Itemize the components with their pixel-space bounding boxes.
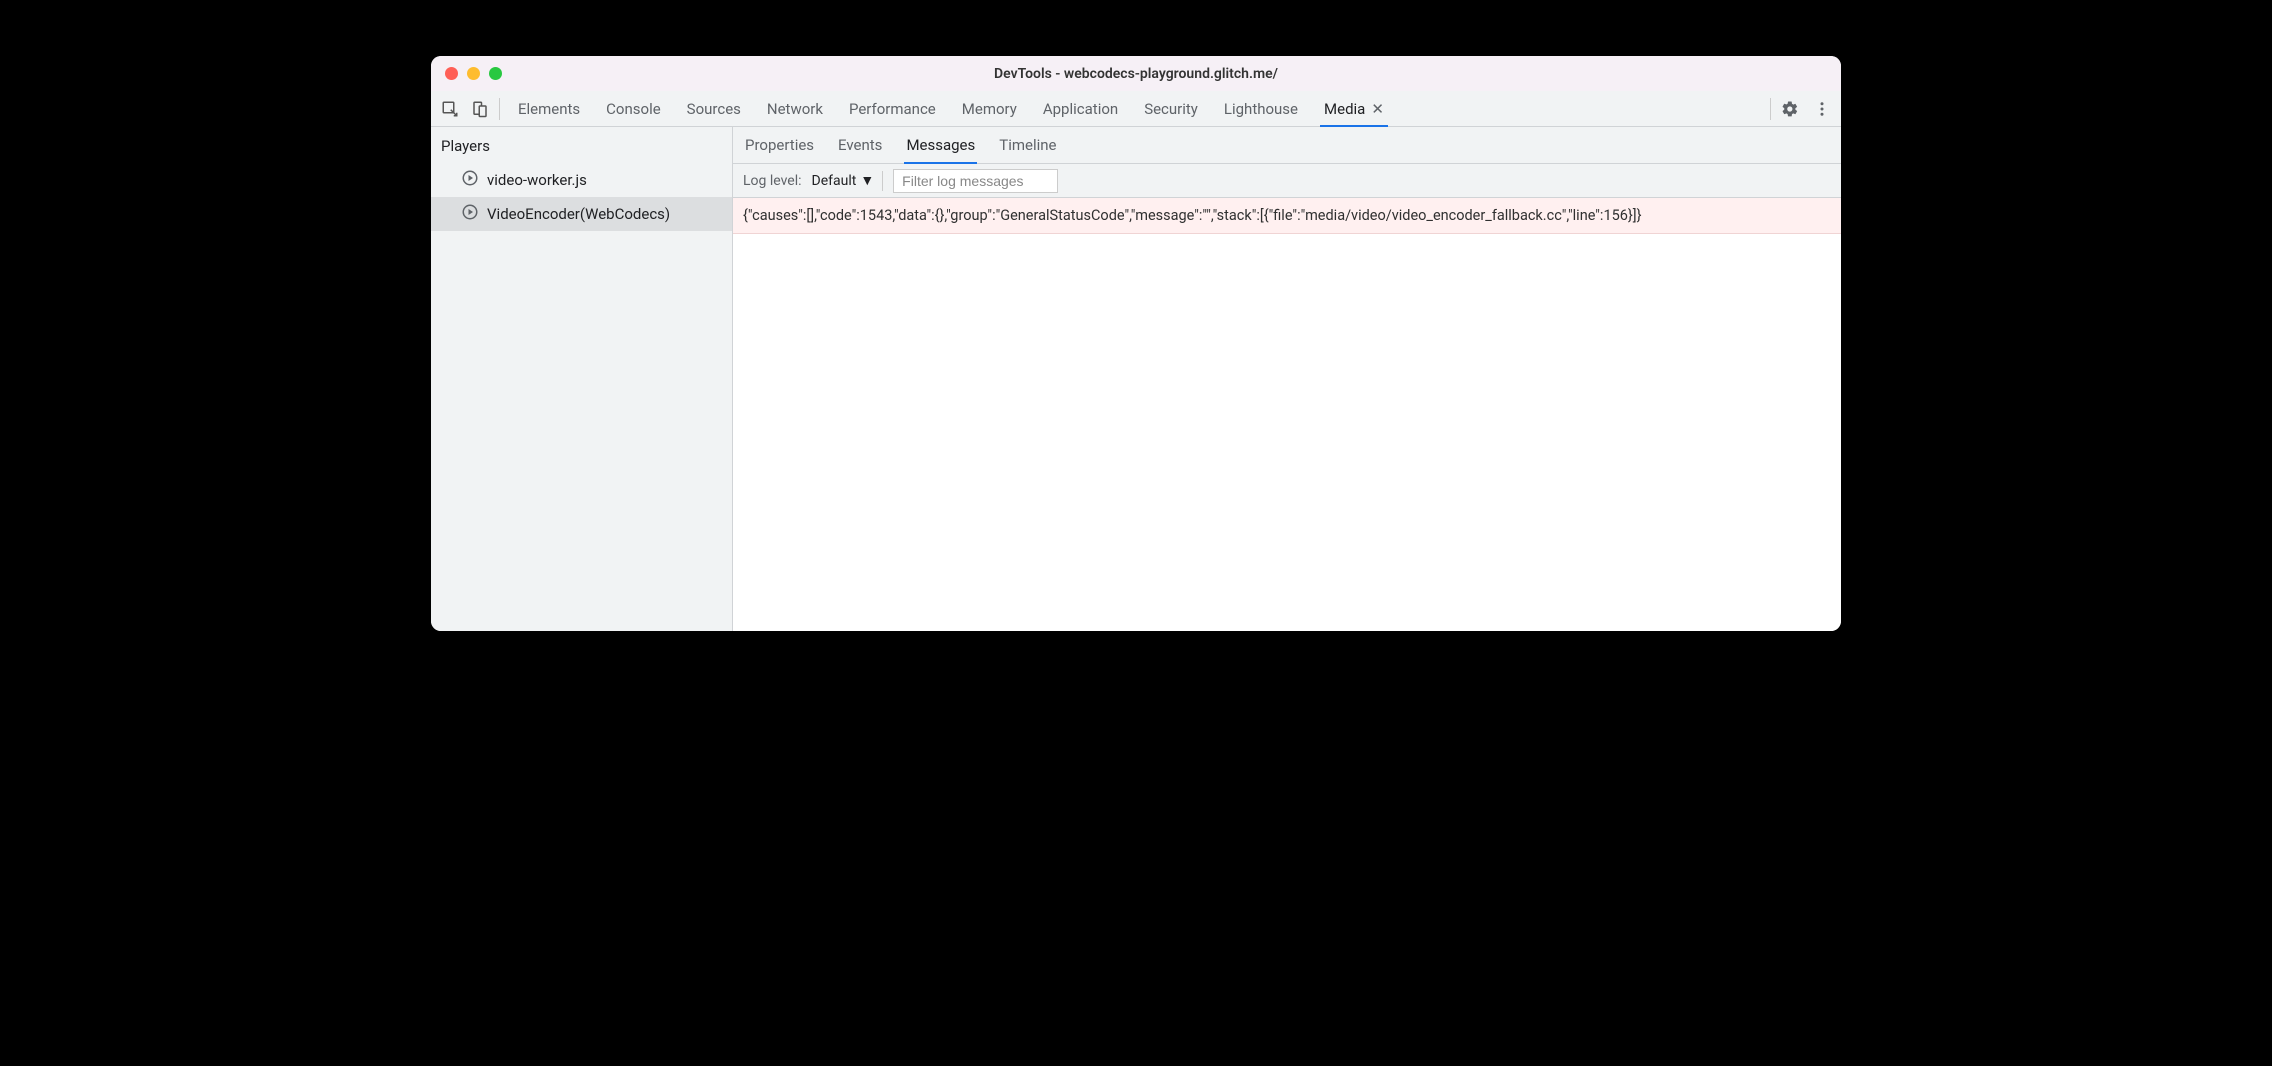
tab-label: Network xyxy=(767,100,823,118)
toolbar-right xyxy=(1770,98,1831,120)
inspect-icon[interactable] xyxy=(441,100,459,118)
tab-security[interactable]: Security xyxy=(1144,91,1198,126)
filter-input[interactable] xyxy=(893,169,1058,193)
players-sidebar: Players video-worker.js VideoEncoder(WebC… xyxy=(431,127,733,631)
subtab-properties[interactable]: Properties xyxy=(745,127,814,163)
subtab-timeline[interactable]: Timeline xyxy=(999,127,1056,163)
window-minimize-button[interactable] xyxy=(467,67,480,80)
toolbar-left xyxy=(441,98,500,120)
window-maximize-button[interactable] xyxy=(489,67,502,80)
media-content: Properties Events Messages Timeline Log lev… xyxy=(733,127,1841,631)
tab-application[interactable]: Application xyxy=(1043,91,1118,126)
log-level-select[interactable]: Default ▼ xyxy=(812,171,884,191)
players-title: Players xyxy=(431,133,732,163)
main-toolbar: Elements Console Sources Network Performance… xyxy=(431,91,1841,127)
device-toggle-icon[interactable] xyxy=(471,100,489,118)
tab-label: Console xyxy=(606,100,661,118)
tab-label: Memory xyxy=(962,100,1017,118)
player-label: VideoEncoder(WebCodecs) xyxy=(487,205,670,223)
subtab-messages[interactable]: Messages xyxy=(906,127,975,163)
window-title: DevTools - webcodecs-playground.glitch.m… xyxy=(994,66,1278,82)
window-close-button[interactable] xyxy=(445,67,458,80)
players-list: video-worker.js VideoEncoder(WebCodecs) xyxy=(431,163,732,231)
main-tabs: Elements Console Sources Network Performance… xyxy=(518,91,1770,126)
tab-label: Media xyxy=(1324,100,1365,118)
tab-lighthouse[interactable]: Lighthouse xyxy=(1224,91,1298,126)
play-icon xyxy=(461,169,479,191)
log-level-value: Default xyxy=(812,173,857,189)
player-label: video-worker.js xyxy=(487,171,587,189)
tab-label: Performance xyxy=(849,100,936,118)
main-area: Players video-worker.js VideoEncoder(WebC… xyxy=(431,127,1841,631)
devtools-window: DevTools - webcodecs-playground.glitch.m… xyxy=(431,56,1841,631)
tab-performance[interactable]: Performance xyxy=(849,91,936,126)
tab-label: Security xyxy=(1144,100,1198,118)
tab-console[interactable]: Console xyxy=(606,91,661,126)
tab-label: Application xyxy=(1043,100,1118,118)
tab-media[interactable]: Media ✕ xyxy=(1324,91,1384,126)
tab-network[interactable]: Network xyxy=(767,91,823,126)
tab-sources[interactable]: Sources xyxy=(687,91,741,126)
tab-label: Sources xyxy=(687,100,741,118)
log-level-label: Log level: xyxy=(743,173,802,189)
tab-elements[interactable]: Elements xyxy=(518,91,580,126)
tab-memory[interactable]: Memory xyxy=(962,91,1017,126)
media-subtabs: Properties Events Messages Timeline xyxy=(733,127,1841,164)
close-icon[interactable]: ✕ xyxy=(1371,100,1384,118)
player-item[interactable]: video-worker.js xyxy=(431,163,732,197)
subtab-events[interactable]: Events xyxy=(838,127,882,163)
tab-label: Elements xyxy=(518,100,580,118)
titlebar: DevTools - webcodecs-playground.glitch.m… xyxy=(431,56,1841,91)
kebab-menu-icon[interactable] xyxy=(1813,100,1831,118)
gear-icon[interactable] xyxy=(1781,100,1799,118)
tab-label: Lighthouse xyxy=(1224,100,1298,118)
log-area: {"causes":[],"code":1543,"data":{},"grou… xyxy=(733,198,1841,631)
log-row[interactable]: {"causes":[],"code":1543,"data":{},"grou… xyxy=(733,198,1841,234)
filter-bar: Log level: Default ▼ xyxy=(733,164,1841,198)
traffic-lights xyxy=(445,67,502,80)
chevron-down-icon: ▼ xyxy=(860,172,874,189)
player-item[interactable]: VideoEncoder(WebCodecs) xyxy=(431,197,732,231)
play-icon xyxy=(461,203,479,225)
